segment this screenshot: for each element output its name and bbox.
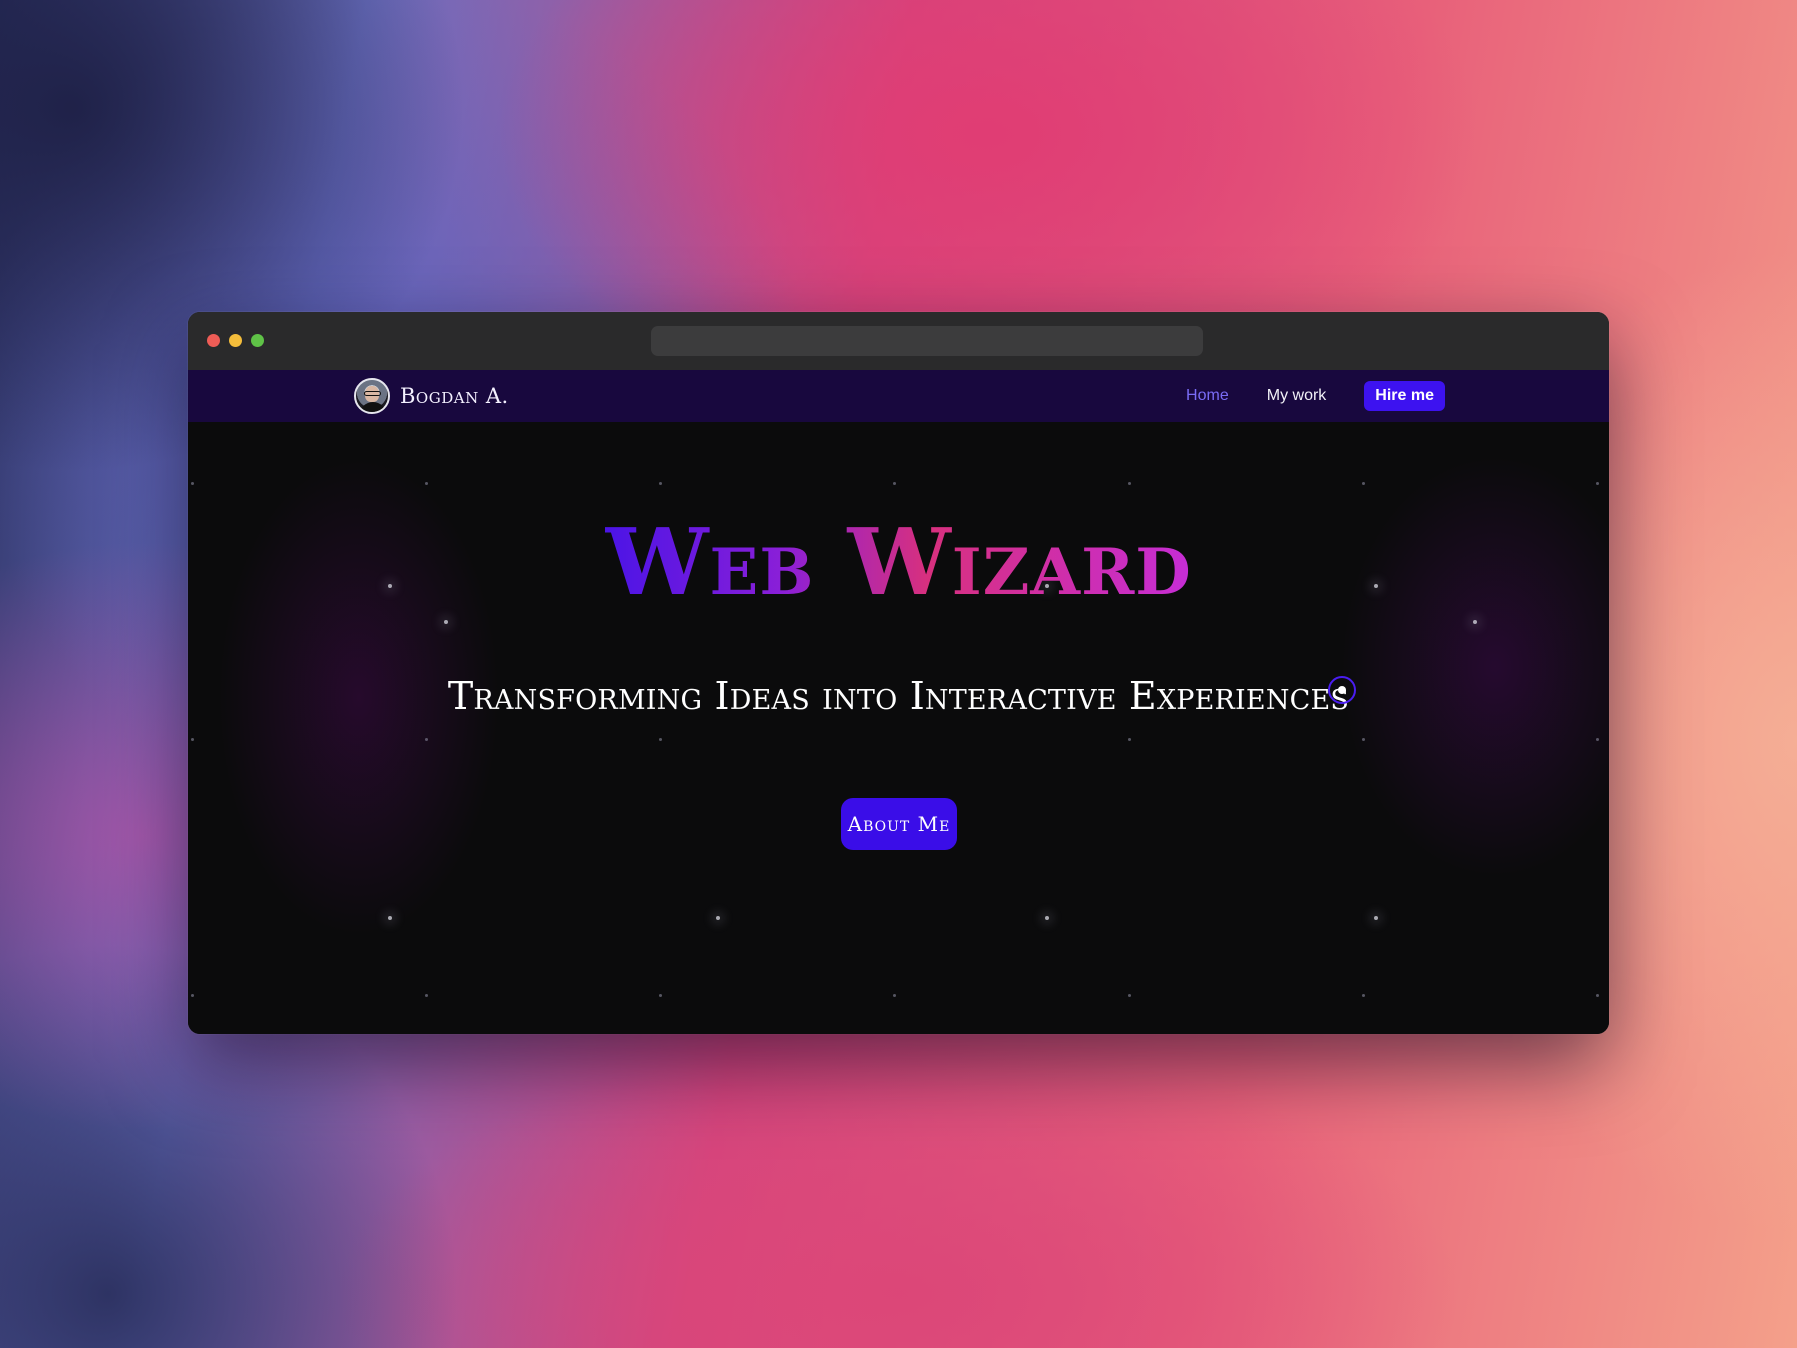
nav-home-link[interactable]: Home	[1186, 387, 1229, 405]
hero-section: Web Wizard Transforming Ideas into Inter…	[188, 422, 1609, 1034]
hero-title: Web Wizard	[605, 508, 1192, 616]
hire-me-button[interactable]: Hire me	[1364, 381, 1445, 411]
custom-cursor-icon	[1328, 676, 1356, 704]
nav-my-work-link[interactable]: My work	[1267, 387, 1327, 405]
avatar	[354, 378, 390, 414]
close-window-button[interactable]	[207, 334, 220, 347]
hero-subtitle: Transforming Ideas into Interactive Expe…	[447, 674, 1350, 718]
maximize-window-button[interactable]	[251, 334, 264, 347]
brand-name: Bogdan A.	[400, 384, 509, 408]
about-me-button[interactable]: About Me	[841, 798, 957, 850]
nav-links: Home My work Hire me	[1148, 381, 1445, 411]
address-bar[interactable]	[651, 326, 1203, 356]
site-navbar: Bogdan A. Home My work Hire me	[188, 370, 1609, 422]
minimize-window-button[interactable]	[229, 334, 242, 347]
browser-window: Bogdan A. Home My work Hire me Web Wizar…	[188, 312, 1609, 1034]
brand-link[interactable]: Bogdan A.	[354, 378, 509, 414]
browser-titlebar	[188, 312, 1609, 370]
